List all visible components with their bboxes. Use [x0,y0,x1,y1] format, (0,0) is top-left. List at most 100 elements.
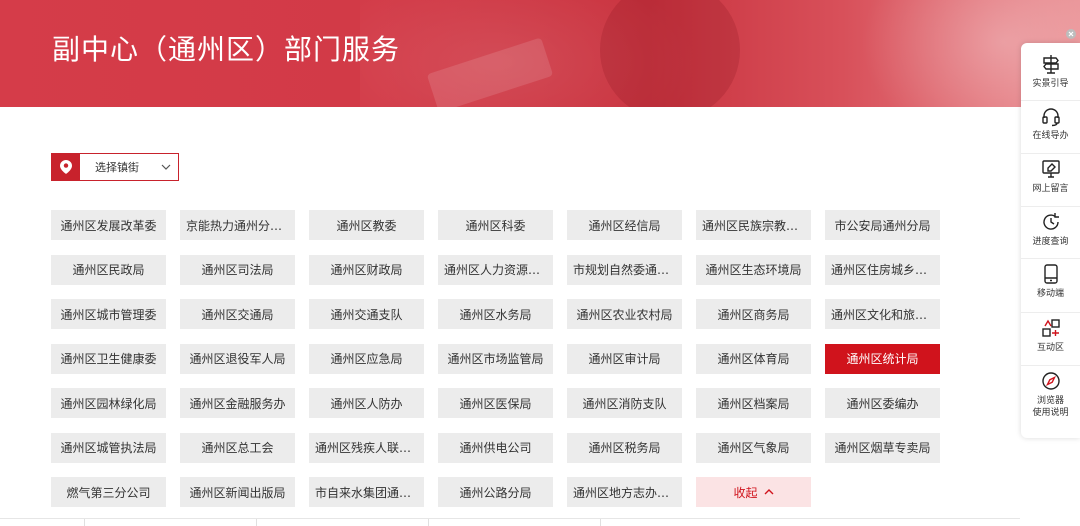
chevron-down-icon [154,164,178,170]
department-item[interactable]: 通州区交通局 [180,299,295,329]
department-label: 通州区税务局 [588,441,661,455]
interaction-icon [1040,313,1062,339]
department-item[interactable]: 通州区消防支队 [567,388,682,418]
toolbar-item[interactable]: 在线导办 [1021,101,1080,154]
department-label: 通州区园林绿化局 [60,396,157,411]
toolbar-item-label: 互动区 [1036,343,1064,353]
department-item[interactable]: 通州区体育局 [696,343,811,374]
department-label: 通州区生态环境局 [705,263,802,277]
department-item[interactable]: 市规划自然委通州… [567,254,682,285]
department-item[interactable]: 通州区园林绿化局 [51,388,166,418]
street-select[interactable]: 选择镇街 [51,153,179,181]
department-item[interactable]: 通州区医保局 [438,388,553,418]
department-item[interactable]: 通州区生态环境局 [696,254,811,285]
department-item[interactable]: 通州区审计局 [567,343,682,374]
collapse-label: 收起 [733,485,758,500]
toolbar-item-label: 移动端 [1036,289,1064,299]
toolbar-item[interactable]: 网上留言 [1021,154,1080,207]
toolbar-item[interactable]: 移动端 [1021,259,1080,313]
department-item[interactable]: 通州区民族宗教侨… [696,210,811,240]
compass-icon [1040,366,1062,392]
department-label: 通州区住房城乡建… [831,263,934,277]
collapse-button[interactable]: 收起 [696,477,811,507]
department-label: 京能热力通州分公司 [186,218,289,233]
department-label: 通州区民政局 [72,263,145,277]
department-item[interactable]: 通州公路分局 [438,477,553,507]
department-item[interactable]: 通州区税务局 [567,432,682,463]
department-item[interactable]: 通州区金融服务办 [180,388,295,418]
department-label: 通州区消防支队 [582,396,667,411]
department-label: 通州区人防办 [330,396,403,411]
department-item[interactable]: 通州区民政局 [51,254,166,285]
department-item[interactable]: 通州区水务局 [438,299,553,329]
department-item[interactable]: 通州区新闻出版局 [180,477,295,507]
department-item[interactable]: 通州交通支队 [309,299,424,329]
department-label: 通州区应急局 [330,352,403,366]
close-toolbar-button[interactable] [1066,29,1076,39]
toolbar-item[interactable]: 浏览器 使用说明 [1021,366,1080,438]
department-item[interactable]: 通州区发展改革委 [51,210,166,240]
toolbar-item-label: 实景引导 [1032,79,1069,89]
department-item[interactable]: 通州区财政局 [309,254,424,285]
department-item[interactable]: 燃气第三分公司 [51,477,166,507]
department-item[interactable]: 通州区气象局 [696,432,811,463]
toolbar-item[interactable]: 进度查询 [1021,207,1080,259]
department-item[interactable]: 通州区烟草专卖局 [825,432,940,463]
department-item[interactable]: 通州供电公司 [438,432,553,463]
department-item[interactable]: 通州区农业农村局 [567,299,682,329]
department-label: 通州区市场监管局 [447,352,544,366]
department-item[interactable]: 通州区城管执法局 [51,432,166,463]
toolbar-item-label: 在线导办 [1032,131,1069,141]
department-label: 通州区档案局 [717,396,790,411]
banner-decoration [600,0,740,107]
department-item[interactable]: 通州区人力资源社… [438,254,553,285]
department-item[interactable]: 通州区司法局 [180,254,295,285]
department-label: 通州区财政局 [330,263,403,277]
progress-icon [1040,207,1062,233]
department-item[interactable]: 市公安局通州分局 [825,210,940,240]
department-label: 通州区气象局 [717,441,790,455]
divider [256,519,257,526]
department-item[interactable]: 市自来水集团通州… [309,477,424,507]
department-item[interactable]: 通州区住房城乡建… [825,254,940,285]
toolbar-item-label-line: 使用说明 [1032,408,1069,418]
mobile-icon [1040,259,1062,285]
department-item[interactable]: 通州区教委 [309,210,424,240]
department-item[interactable]: 通州区档案局 [696,388,811,418]
department-item[interactable]: 京能热力通州分公司 [180,210,295,240]
department-label: 市公安局通州分局 [834,218,931,233]
department-label: 通州区审计局 [588,352,661,366]
toolbar-item[interactable]: 实景引导 [1021,49,1080,101]
department-label: 通州公路分局 [459,485,532,500]
department-label: 通州区文化和旅游局 [831,307,934,322]
department-item[interactable]: 通州区残疾人联合会 [309,432,424,463]
toolbar-item[interactable]: 互动区 [1021,313,1080,366]
toolbar-item-label: 浏览器 使用说明 [1032,395,1068,419]
department-item[interactable]: 通州区统计局 [825,343,940,374]
department-item[interactable]: 通州区城市管理委 [51,299,166,329]
department-item[interactable]: 通州区商务局 [696,299,811,329]
department-item[interactable]: 通州区市场监管局 [438,343,553,374]
department-label: 通州区金融服务办 [189,396,286,411]
department-item[interactable]: 通州区地方志办公室 [567,477,682,507]
department-item[interactable]: 通州区应急局 [309,343,424,374]
toolbar-item-label: 网上留言 [1032,184,1069,194]
location-pin-icon [52,154,80,180]
department-label: 通州区残疾人联合会 [315,441,418,455]
department-label: 通州区统计局 [846,352,919,366]
banner: 副中心（通州区）部门服务 [0,0,1080,107]
department-label: 通州区总工会 [201,441,274,455]
page-title: 副中心（通州区）部门服务 [52,33,401,66]
department-item[interactable]: 通州区文化和旅游局 [825,299,940,329]
department-item[interactable]: 通州区科委 [438,210,553,240]
department-label: 通州区城管执法局 [60,441,157,455]
department-label: 通州区经信局 [588,218,661,233]
department-label: 通州区烟草专卖局 [834,441,931,455]
department-item[interactable]: 通州区退役军人局 [180,343,295,374]
divider [0,518,1020,519]
department-item[interactable]: 通州区总工会 [180,432,295,463]
department-item[interactable]: 通州区委编办 [825,388,940,418]
department-item[interactable]: 通州区人防办 [309,388,424,418]
department-item[interactable]: 通州区经信局 [567,210,682,240]
department-item[interactable]: 通州区卫生健康委 [51,343,166,374]
